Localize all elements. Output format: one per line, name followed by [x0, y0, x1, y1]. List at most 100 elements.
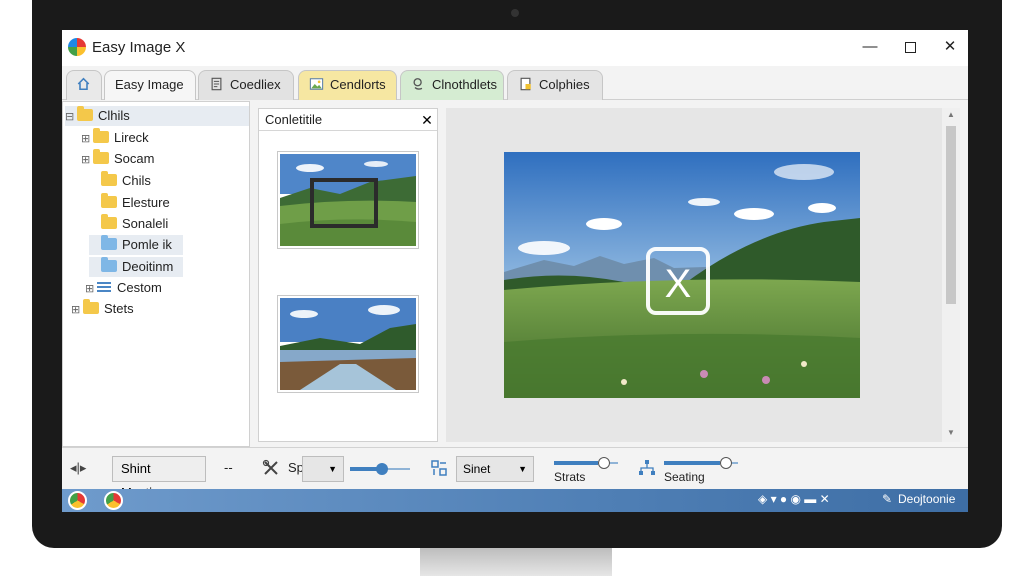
folder-icon: [101, 171, 117, 186]
list-icon: [97, 282, 111, 293]
close-button[interactable]: ✕: [936, 35, 964, 59]
thumbnail-meadow[interactable]: [277, 151, 419, 249]
expand-toggle[interactable]: ⊞: [81, 129, 93, 149]
manage-button[interactable]: Shint Masting: [112, 456, 206, 500]
folder-tree: ⊟ Clhils ⊞ Lireck ⊞ Socam Chils Elesture So…: [62, 101, 250, 447]
folder-icon: [93, 128, 109, 143]
webcam: [511, 9, 519, 17]
tab-clnothdlets[interactable]: Clnothdlets: [400, 70, 504, 100]
minimize-button[interactable]: —: [856, 35, 884, 59]
folder-icon: [101, 214, 117, 229]
tree-item-label: Pomle ik: [122, 237, 172, 252]
page-icon: [520, 77, 531, 91]
thumbnail-image: [280, 154, 416, 246]
maximize-button[interactable]: [896, 35, 924, 59]
preview-overlay-glyph: X: [665, 262, 692, 306]
tree-item-label: Sonaleli: [122, 216, 169, 231]
slider-fill: [554, 461, 598, 465]
tree-item[interactable]: Deoitinm: [89, 257, 183, 277]
tab-label: Cendlorts: [330, 77, 386, 92]
image-preview-area[interactable]: X: [446, 108, 946, 442]
os-taskbar: ◈ ▾ ● ◉ ▬ ✕ ✎ Deojtoonie: [62, 489, 968, 512]
folder-blue-icon: [101, 257, 117, 272]
app-logo-icon: [68, 38, 86, 56]
chevron-down-icon: ▼: [328, 464, 337, 474]
thumbnail-image: [280, 298, 416, 390]
strats-label: Strats: [554, 470, 586, 484]
tree-item-label: Chils: [122, 173, 151, 188]
folder-icon: [93, 149, 109, 164]
nav-arrows-button[interactable]: ◂|▸: [70, 460, 86, 476]
monitor-stand: [420, 548, 612, 576]
vertical-scrollbar[interactable]: ▲ ▼: [942, 108, 960, 442]
browser-icon[interactable]: [104, 491, 123, 510]
maximize-icon: [904, 41, 916, 53]
slider-knob[interactable]: [376, 463, 388, 475]
tab-bar: Easy Image Coedliex Cendlorts Clnothdlet…: [62, 66, 968, 100]
tree-item[interactable]: Chils: [89, 171, 151, 191]
mode-select-value: Sinet: [463, 462, 491, 476]
tab-easy-image[interactable]: Easy Image: [104, 70, 196, 100]
app-window: Easy Image X — ✕ Easy Image Coedliex Cen…: [62, 30, 968, 512]
scrollbar-thumb[interactable]: [946, 126, 956, 304]
tree-item[interactable]: ⊞ Socam: [81, 149, 154, 169]
tree-item-label: Deoitinm: [122, 259, 174, 274]
seating-slider[interactable]: [664, 456, 738, 470]
tab-colphies[interactable]: Colphies: [507, 70, 603, 100]
tree-item-label: Stets: [104, 301, 134, 316]
tab-home[interactable]: [66, 70, 102, 100]
tab-label: Clnothdlets: [432, 77, 498, 92]
thumbnail-panel-title: Conletitile: [265, 112, 323, 127]
tree-item-label: Socam: [114, 151, 155, 166]
dash-button[interactable]: --: [224, 460, 233, 475]
thumbnail-panel-header: Conletitile: [259, 109, 437, 131]
tree-item-label: Clhils: [98, 108, 130, 123]
expand-toggle[interactable]: ⊞: [85, 279, 97, 299]
tree-item[interactable]: Pomle ik: [89, 235, 183, 255]
tab-cendlorts[interactable]: Cendlorts: [298, 70, 397, 100]
tab-label: Colphies: [539, 77, 590, 92]
tree-item[interactable]: Sonaleli: [89, 214, 168, 234]
strats-slider[interactable]: [554, 456, 618, 470]
image-icon: [309, 78, 324, 90]
slider-knob[interactable]: [720, 457, 732, 469]
expand-toggle[interactable]: ⊞: [71, 300, 83, 320]
slider-fill: [664, 461, 720, 465]
system-tray-icons[interactable]: ◈ ▾ ● ◉ ▬ ✕: [758, 492, 830, 506]
tree-item[interactable]: Elesture: [89, 193, 170, 213]
home-icon: [77, 77, 90, 91]
expand-toggle[interactable]: ⊞: [81, 150, 93, 170]
folder-blue-icon: [101, 235, 117, 250]
crop-tools-icon[interactable]: [262, 459, 280, 477]
tray-pen-icon[interactable]: ✎: [882, 492, 892, 506]
tree-item[interactable]: ⊞ Lireck: [81, 128, 149, 148]
grid-layout-icon[interactable]: [430, 459, 448, 477]
scroll-down-icon[interactable]: ▼: [945, 428, 957, 437]
tray-label: Deojtoonie: [898, 492, 956, 506]
mode-select[interactable]: Sinet ▼: [456, 456, 534, 482]
collapse-toggle[interactable]: ⊟: [65, 107, 77, 127]
tree-item[interactable]: ⊞ Cestom: [85, 278, 162, 298]
preview-image: X: [504, 152, 860, 398]
tree-item[interactable]: ⊟ Clhils: [65, 106, 249, 126]
tab-coedliex[interactable]: Coedliex: [198, 70, 294, 100]
tree-item-label: Cestom: [117, 280, 162, 295]
bottom-toolbar: ◂|▸ Shint Masting -- Spst ▼ Sinet▼ Strat…: [62, 447, 968, 500]
thumbnail-lake[interactable]: [277, 295, 419, 393]
spot-select[interactable]: ▼: [302, 456, 344, 482]
close-icon[interactable]: ✕: [419, 111, 435, 129]
tree-item-label: Elesture: [122, 195, 170, 210]
slider-knob[interactable]: [598, 457, 610, 469]
tab-label: Easy Image: [115, 77, 184, 92]
start-button-icon[interactable]: [68, 491, 87, 510]
folder-icon: [83, 299, 99, 314]
search-icon: [413, 78, 423, 90]
spot-slider[interactable]: [350, 462, 410, 476]
tree-item[interactable]: ⊞ Stets: [71, 299, 134, 319]
tree-item-label: Lireck: [114, 130, 149, 145]
thumbnail-panel: Conletitile ✕: [258, 108, 438, 442]
network-icon[interactable]: [638, 459, 656, 477]
folder-icon: [101, 193, 117, 208]
seating-label: Seating: [664, 470, 705, 484]
scroll-up-icon[interactable]: ▲: [945, 110, 957, 119]
